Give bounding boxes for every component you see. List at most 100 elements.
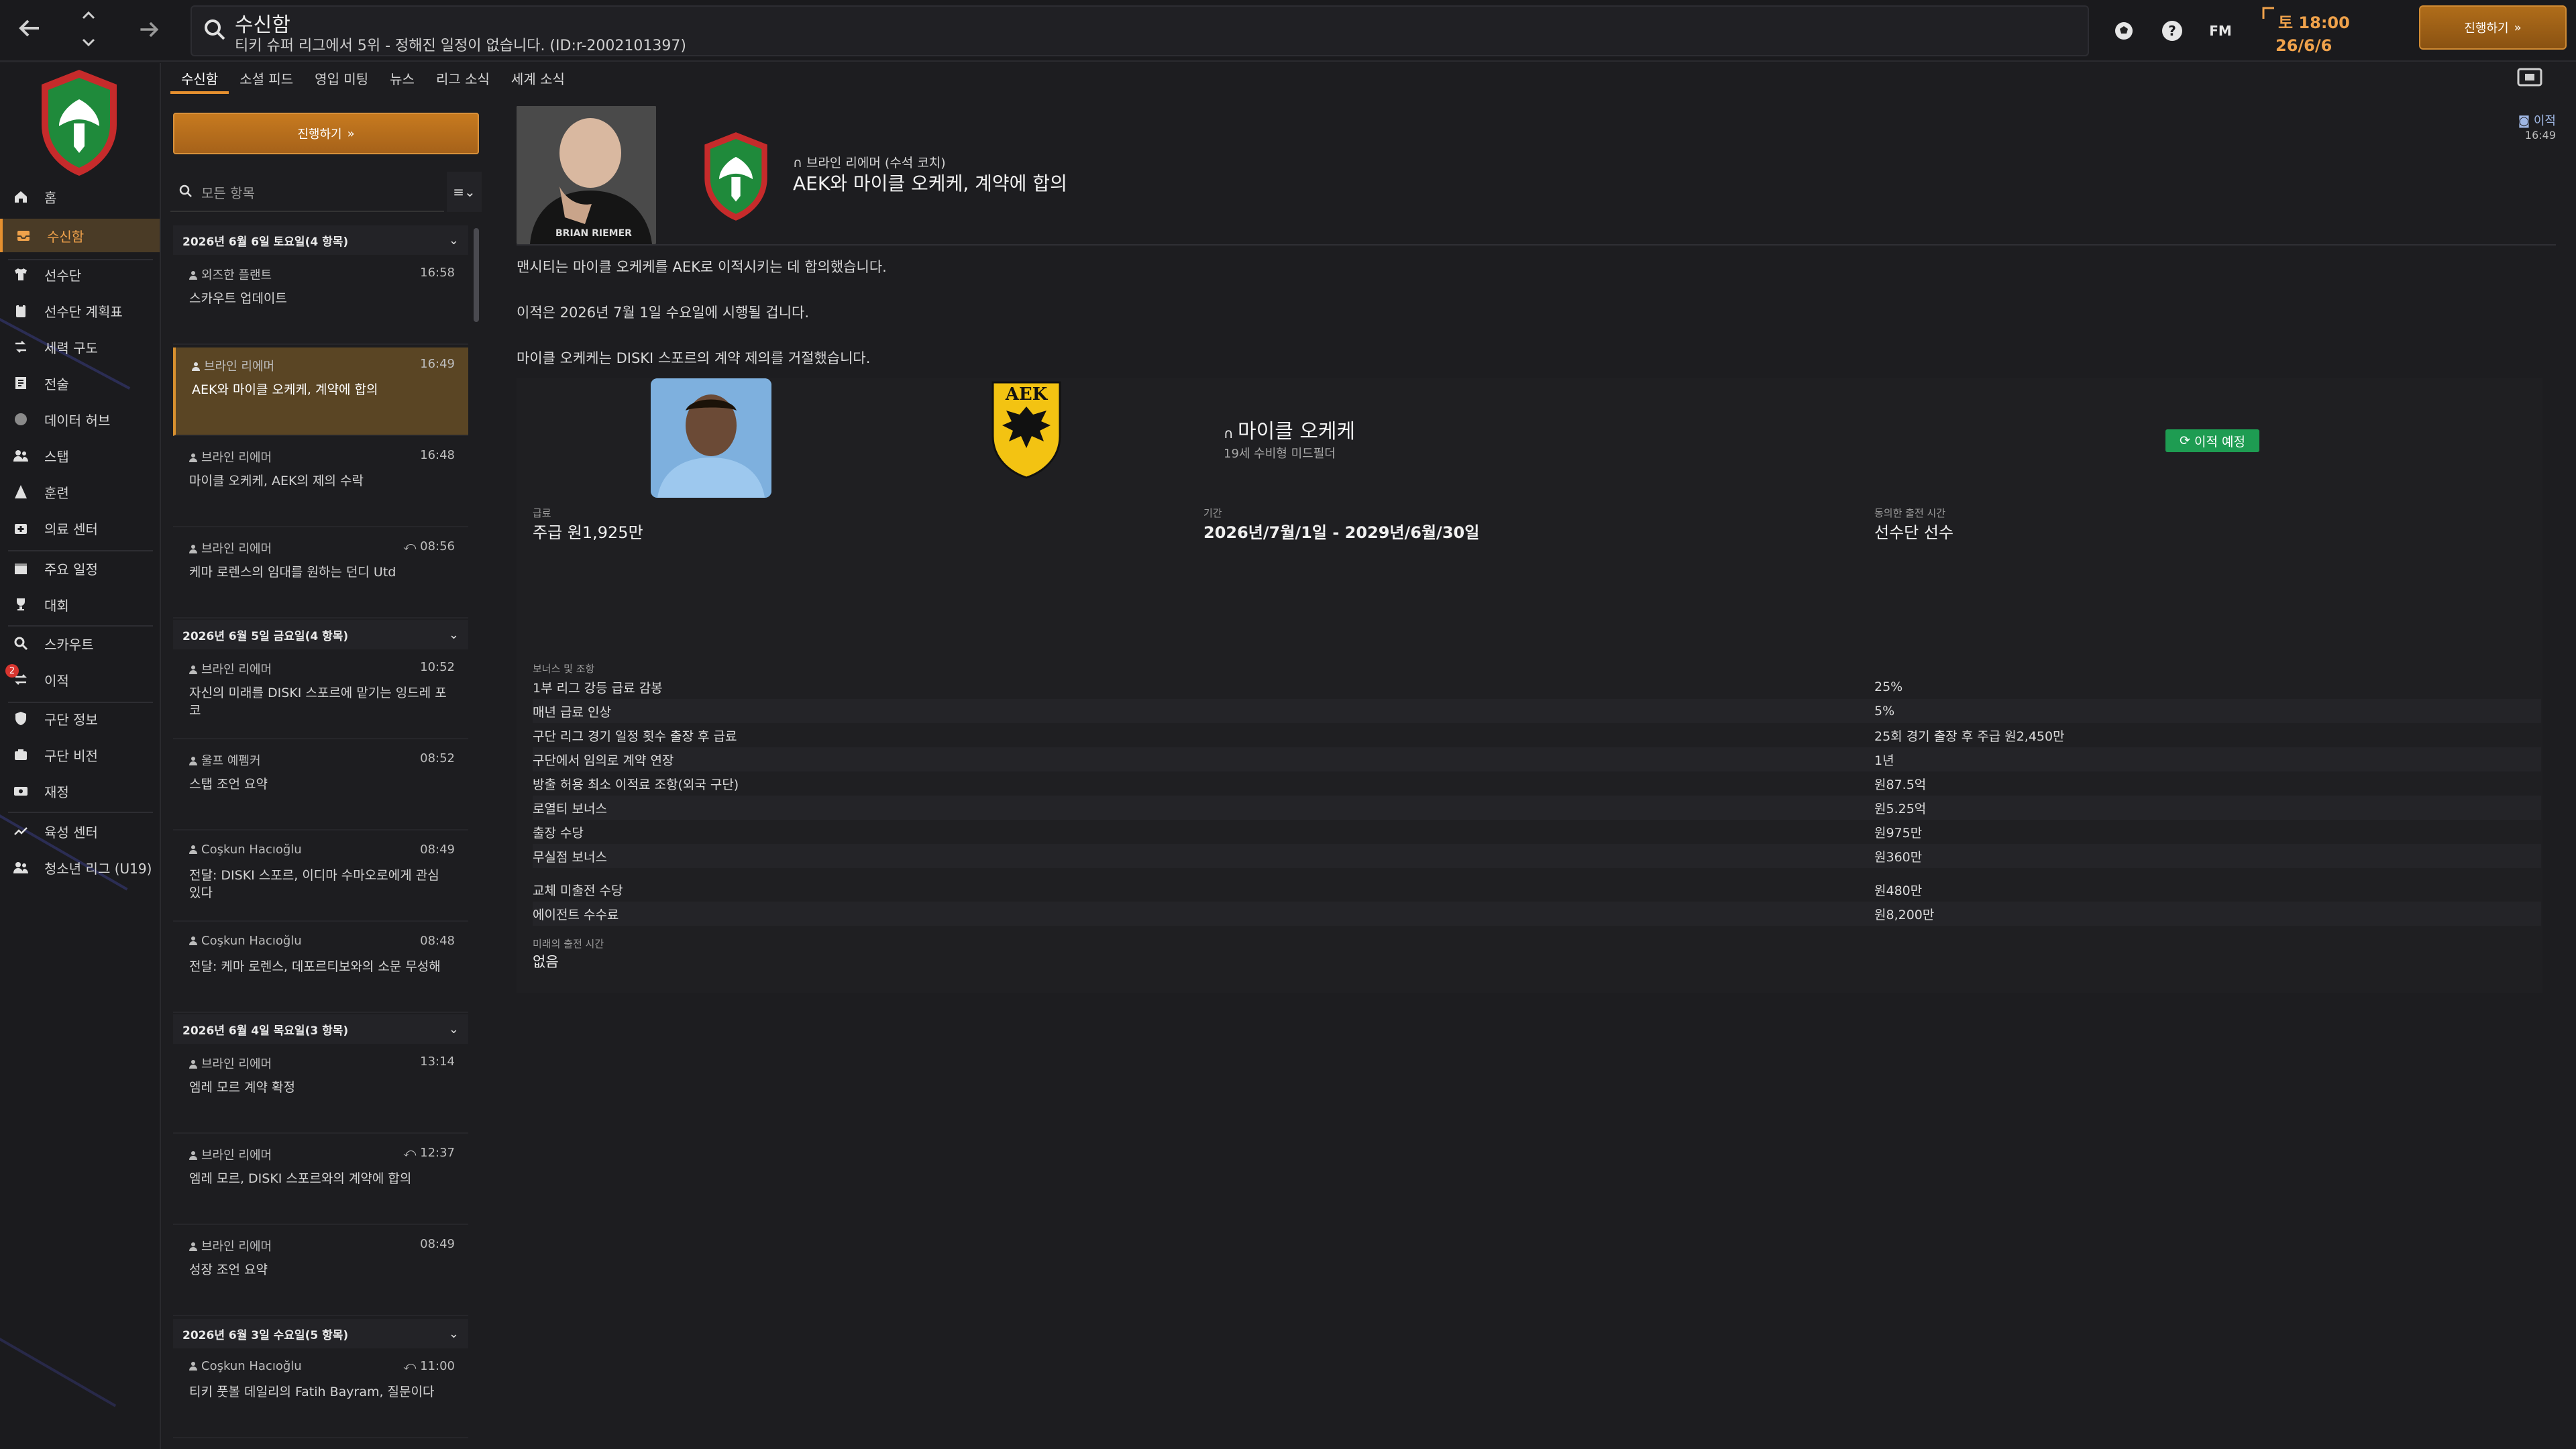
sidebar-item-transfers[interactable]: 2 이적 bbox=[0, 663, 160, 696]
home-icon bbox=[12, 188, 30, 205]
sidebar-item-development[interactable]: 육성 센터 bbox=[0, 814, 160, 848]
date-group-header[interactable]: 2026년 6월 6일 토요일(4 항목) ⌄ bbox=[173, 225, 468, 255]
inbox-message[interactable]: 브라인 리에머 08:49 성장 조언 요약 bbox=[173, 1228, 468, 1316]
person-icon bbox=[189, 1242, 197, 1251]
message-time: 08:52 bbox=[420, 751, 455, 765]
message-subject: AEK와 마이클 오케케, 계약에 합의 bbox=[192, 382, 378, 397]
sidebar-item-label: 주요 일정 bbox=[44, 561, 98, 578]
back-arrow-icon[interactable] bbox=[16, 15, 43, 42]
inbox-message[interactable]: 울프 예펨커 08:52 스탭 조언 요약 bbox=[173, 742, 468, 830]
message-subject: 전달: 케마 로렌스, 데포르티보와의 소문 무성해 bbox=[189, 959, 441, 974]
sidebar-item-label: 홈 bbox=[44, 189, 57, 206]
filter-menu-button[interactable]: ≡⌄ bbox=[447, 172, 482, 212]
bonus-row: 에이전트 수수료 원8,200만 bbox=[533, 902, 2541, 926]
bonus-value: 원360만 bbox=[1874, 849, 1923, 865]
scrollbar[interactable] bbox=[474, 228, 479, 322]
sidebar-item-tactics[interactable]: 전술 bbox=[0, 366, 160, 400]
help-icon[interactable]: ? bbox=[2157, 16, 2187, 46]
inbox-message[interactable]: 브라인 리에머 ⤺ 12:37 엠레 모르, DISKI 스포르와의 계약에 합… bbox=[173, 1136, 468, 1225]
message-time: 08:48 bbox=[420, 934, 455, 948]
history-up-icon[interactable] bbox=[79, 8, 98, 23]
date-group-header[interactable]: 2026년 6월 5일 금요일(4 항목) ⌄ bbox=[173, 620, 468, 649]
sidebar-item-inbox[interactable]: 수신함 bbox=[0, 219, 160, 252]
tab-league-news[interactable]: 리그 소식 bbox=[425, 63, 500, 94]
message-subject: 성장 조언 요약 bbox=[189, 1263, 268, 1277]
filter-icon: ≡⌄ bbox=[453, 184, 476, 200]
continue-label: 진행하기 bbox=[2464, 21, 2509, 36]
bonus-label: 구단 리그 경기 일정 횟수 출장 후 급료 bbox=[533, 729, 737, 744]
message-sender: 브라인 리에머 bbox=[204, 360, 275, 374]
sidebar-item-club-vision[interactable]: 구단 비전 bbox=[0, 738, 160, 771]
inbox-search-input[interactable]: 모든 항목 bbox=[170, 172, 444, 212]
sidebar-item-youth-league[interactable]: 청소년 리그 (U19) bbox=[0, 851, 160, 884]
sidebar-item-squad[interactable]: 선수단 bbox=[0, 258, 160, 291]
date-group-header[interactable]: 2026년 6월 4일 목요일(3 항목) ⌄ bbox=[173, 1014, 468, 1044]
bonus-value: 5% bbox=[1874, 704, 1895, 718]
message-time: 12:37 bbox=[420, 1146, 455, 1160]
sidebar-item-staff[interactable]: 스탭 bbox=[0, 439, 160, 472]
tab-world-news[interactable]: 세계 소식 bbox=[500, 63, 576, 94]
sidebar-item-medical[interactable]: 의료 센터 bbox=[0, 511, 160, 545]
tab-recruitment-meetings[interactable]: 영입 미팅 bbox=[304, 63, 379, 94]
bonus-value: 25회 경기 출장 후 주급 원2,450만 bbox=[1874, 729, 2065, 744]
sidebar-item-scouting[interactable]: 스카우트 bbox=[0, 627, 160, 660]
inbox-message[interactable]: Coşkun Hacıoğlu 08:49 전달: DISKI 스포르, 이디마… bbox=[173, 833, 468, 922]
chevron-down-icon: ⌄ bbox=[448, 1326, 459, 1341]
sidebar-item-dynamics[interactable]: 세력 구도 bbox=[0, 330, 160, 364]
sidebar-item-finances[interactable]: 재정 bbox=[0, 774, 160, 808]
inbox-message[interactable]: Coşkun Hacıoğlu ⤺ 11:00 티키 풋볼 데일리의 Fatih… bbox=[173, 1350, 468, 1438]
status-badge: ⟳ 이적 예정 bbox=[2165, 429, 2259, 452]
sidebar-item-training[interactable]: 훈련 bbox=[0, 475, 160, 508]
tab-inbox[interactable]: 수신함 bbox=[170, 63, 229, 94]
message-sender: Coşkun Hacıoğlu bbox=[201, 934, 302, 948]
sidebar-item-home[interactable]: 홈 bbox=[0, 180, 160, 213]
message-subject: AEK와 마이클 오케케, 계약에 합의 bbox=[793, 172, 1067, 195]
inbox-message[interactable]: 브라인 리에머 13:14 엠레 모르 계약 확정 bbox=[173, 1045, 468, 1134]
reply-icon: ⤺ bbox=[403, 539, 421, 553]
tab-news[interactable]: 뉴스 bbox=[379, 63, 425, 94]
reply-icon: ⤺ bbox=[403, 1359, 421, 1373]
sidebar-item-data-hub[interactable]: 데이터 허브 bbox=[0, 402, 160, 436]
bonus-row: 방출 허용 최소 이적료 조항(외국 구단) 원87.5억 bbox=[533, 771, 2541, 796]
player-photo[interactable] bbox=[651, 378, 771, 498]
sidebar-item-competitions[interactable]: 대회 bbox=[0, 588, 160, 621]
inbox-message[interactable]: 외즈한 플랜트 16:58 스카우트 업데이트 bbox=[173, 256, 468, 345]
search-icon bbox=[203, 17, 228, 43]
person-icon bbox=[189, 1361, 197, 1371]
bonus-value: 원8,200만 bbox=[1874, 907, 1935, 922]
continue-button[interactable]: 진행하기 » bbox=[2419, 5, 2567, 50]
inbox-message[interactable]: Coşkun Hacıoğlu 08:48 전달: 케마 로렌스, 데포르티보와… bbox=[173, 924, 468, 1013]
ball-icon[interactable] bbox=[2109, 16, 2139, 46]
person-icon bbox=[192, 362, 200, 371]
sidebar-item-schedule[interactable]: 주요 일정 bbox=[0, 551, 160, 585]
player-name[interactable]: 마이클 오케케 bbox=[1238, 420, 1355, 443]
category-tag[interactable]: ◙ 이적 bbox=[2518, 111, 2556, 129]
inbox-continue-button[interactable]: 진행하기 » bbox=[173, 113, 479, 154]
continue-label: 진행하기 bbox=[297, 127, 342, 142]
scout-icon bbox=[12, 635, 30, 652]
game-date[interactable]: 토 18:00 26/6/6 bbox=[2262, 4, 2396, 58]
playing-time-label: 동의한 출전 시간 bbox=[1874, 507, 1946, 519]
bonus-row: 교체 미출전 수당 원480만 bbox=[533, 877, 2541, 902]
search-bar[interactable]: 수신함 티키 슈퍼 리그에서 5위 - 정해진 일정이 없습니다. (ID:r-… bbox=[191, 5, 2089, 56]
forward-arrow-icon[interactable] bbox=[137, 17, 161, 42]
sidebar-item-club-info[interactable]: 구단 정보 bbox=[0, 702, 160, 735]
screen-layout-icon[interactable] bbox=[2517, 67, 2542, 87]
sidebar-item-squad-planner[interactable]: 선수단 계획표 bbox=[0, 294, 160, 327]
inbox-message[interactable]: 브라인 리에머 ⤺ 08:56 케마 로렌스의 임대를 원하는 던디 Utd bbox=[173, 530, 468, 619]
development-icon bbox=[12, 822, 30, 840]
refresh-icon: ⟳ bbox=[2180, 433, 2190, 448]
inbox-message[interactable]: 브라인 리에머 16:48 마이클 오케케, AEK의 제의 수락 bbox=[173, 439, 468, 527]
club-crest[interactable] bbox=[35, 66, 123, 180]
fm-menu-button[interactable]: FM bbox=[2206, 16, 2235, 46]
message-paragraph: 이적은 2026년 7월 1일 수요일에 시행될 겁니다. bbox=[517, 305, 810, 321]
aek-crest[interactable]: ΑΕΚ bbox=[986, 378, 1067, 479]
date-group-header[interactable]: 2026년 6월 3일 수요일(5 항목) ⌄ bbox=[173, 1319, 468, 1348]
message-sender: Coşkun Hacıoğlu bbox=[201, 1359, 302, 1373]
inbox-message[interactable]: 브라인 리에머 10:52 자신의 미래를 DISKI 스포르에 맡기는 잉드레… bbox=[173, 651, 468, 739]
tab-social-feed[interactable]: 소셜 피드 bbox=[229, 63, 304, 94]
history-down-icon[interactable] bbox=[79, 35, 98, 50]
message-detail: BRIAN RIEMER ∩ 브라인 리에머 (수석 코치) AEK와 마이클 … bbox=[496, 94, 2576, 1449]
inbox-message-selected[interactable]: 브라인 리에머 16:49 AEK와 마이클 오케케, 계약에 합의 bbox=[173, 347, 468, 436]
message-sender: 울프 예펨커 bbox=[201, 754, 261, 768]
